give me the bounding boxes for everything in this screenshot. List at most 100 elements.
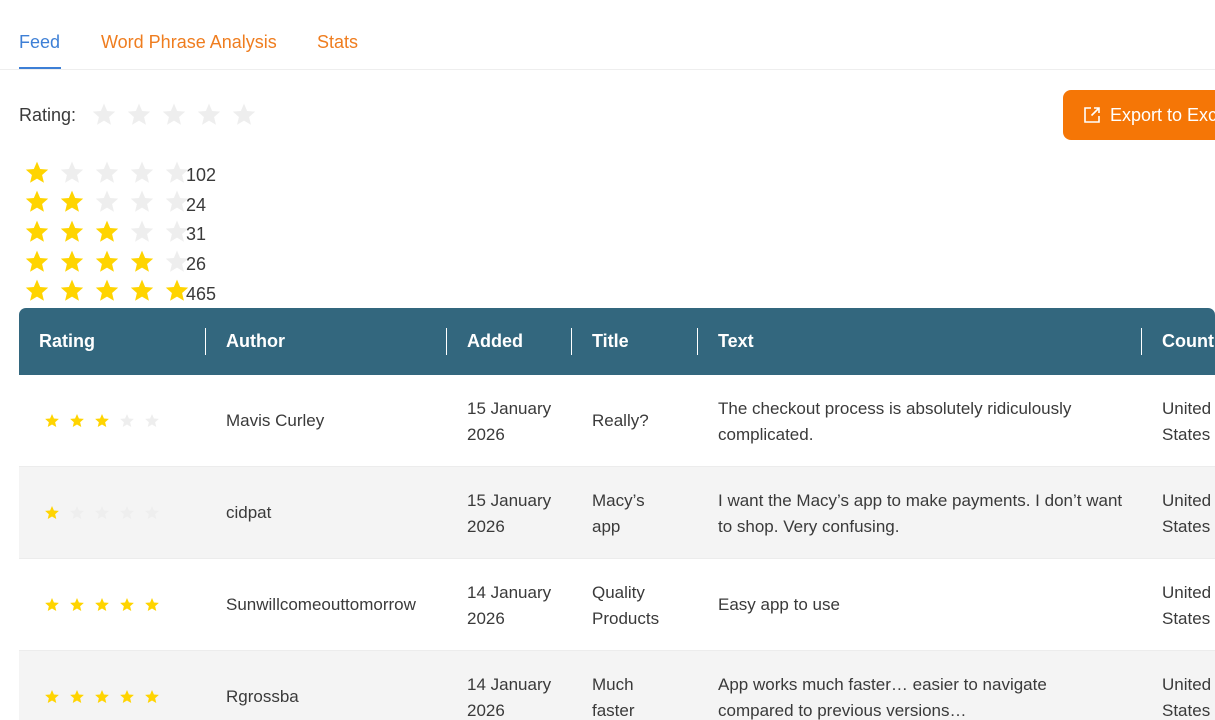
filter-star-icon[interactable] bbox=[156, 101, 191, 129]
column-divider[interactable] bbox=[697, 328, 698, 355]
added-cell: 14 January 2026 bbox=[467, 672, 551, 720]
star-icon bbox=[124, 159, 159, 187]
added-date: 14 January bbox=[467, 675, 552, 694]
star-rating bbox=[39, 689, 164, 705]
country-line: United bbox=[1162, 675, 1212, 694]
star-icon bbox=[89, 218, 124, 246]
review-text-line: The checkout process is absolutely ridic… bbox=[718, 399, 1072, 418]
star-icon bbox=[89, 597, 114, 613]
text-cell: The checkout process is absolutely ridic… bbox=[718, 396, 1071, 448]
title-cell: Quality Products bbox=[592, 580, 659, 632]
star-icon bbox=[39, 689, 64, 705]
distribution-row-4-star[interactable]: 26 bbox=[19, 247, 216, 277]
distribution-row-5-star[interactable]: 465 bbox=[19, 276, 216, 306]
added-date: 15 January bbox=[467, 399, 552, 418]
star-icon bbox=[64, 505, 89, 521]
star-icon bbox=[124, 218, 159, 246]
star-icon bbox=[89, 505, 114, 521]
title-line: Macy’s bbox=[592, 491, 645, 510]
column-divider[interactable] bbox=[571, 328, 572, 355]
star-icon bbox=[54, 248, 89, 276]
table-row[interactable]: Mavis Curley 15 January 2026 Really? The … bbox=[19, 375, 1215, 467]
filter-star-icon[interactable] bbox=[191, 101, 226, 129]
star-icon bbox=[89, 689, 114, 705]
export-to-excel-button[interactable]: Export to Excel bbox=[1063, 90, 1215, 140]
star-icon bbox=[54, 277, 89, 305]
rating-filter-label: Rating: bbox=[19, 104, 77, 125]
rating-cell bbox=[39, 375, 164, 467]
star-icon bbox=[64, 597, 89, 613]
added-cell: 15 January 2026 bbox=[467, 488, 551, 540]
tab-stats[interactable]: Stats bbox=[317, 32, 358, 53]
star-rating bbox=[19, 188, 194, 216]
author-cell: Sunwillcomeouttomorrow bbox=[226, 595, 416, 614]
title-line: Quality bbox=[592, 583, 645, 602]
rating-filter: Rating: bbox=[19, 100, 261, 130]
distribution-row-1-star[interactable]: 102 bbox=[19, 158, 216, 188]
star-icon bbox=[89, 248, 124, 276]
star-icon bbox=[39, 505, 64, 521]
export-label: Export to Excel bbox=[1110, 104, 1215, 125]
title-line: app bbox=[592, 517, 621, 536]
filter-star-icon[interactable] bbox=[121, 101, 156, 129]
filter-star-icon[interactable] bbox=[226, 101, 261, 129]
star-icon bbox=[114, 505, 139, 521]
country-line: States bbox=[1162, 609, 1211, 628]
star-icon bbox=[124, 188, 159, 216]
star-icon bbox=[54, 188, 89, 216]
reviews-table: Rating Author Added Title Text Country M… bbox=[19, 308, 1215, 720]
country-line: United bbox=[1162, 583, 1212, 602]
text-cell: I want the Macy’s app to make payments. … bbox=[718, 488, 1122, 540]
star-icon bbox=[139, 689, 164, 705]
tab-word-phrase-analysis[interactable]: Word Phrase Analysis bbox=[101, 32, 277, 53]
review-text-line: complicated. bbox=[718, 425, 814, 444]
rating-cell bbox=[39, 467, 164, 559]
review-text-line: compared to previous versions… bbox=[718, 701, 967, 720]
added-cell: 15 January 2026 bbox=[467, 396, 551, 448]
column-header-country[interactable]: Country bbox=[1162, 308, 1215, 375]
column-header-rating[interactable]: Rating bbox=[39, 308, 95, 375]
country-cell: United States bbox=[1162, 672, 1211, 720]
column-header-title[interactable]: Title bbox=[592, 308, 629, 375]
column-header-text[interactable]: Text bbox=[718, 308, 754, 375]
column-header-author[interactable]: Author bbox=[226, 308, 285, 375]
distribution-row-3-star[interactable]: 31 bbox=[19, 217, 216, 247]
table-row[interactable]: cidpat 15 January 2026 Macy’s app I want t… bbox=[19, 467, 1215, 559]
rating-cell bbox=[39, 559, 164, 651]
rating-filter-stars bbox=[86, 101, 261, 129]
star-icon bbox=[114, 597, 139, 613]
star-icon bbox=[39, 413, 64, 429]
star-icon bbox=[124, 248, 159, 276]
star-rating bbox=[39, 505, 164, 521]
star-icon bbox=[114, 413, 139, 429]
country-line: States bbox=[1162, 425, 1211, 444]
star-icon bbox=[139, 505, 164, 521]
star-icon bbox=[19, 248, 54, 276]
star-rating bbox=[19, 277, 194, 305]
title-cell: Macy’s app bbox=[592, 488, 645, 540]
title-line: faster bbox=[592, 701, 635, 720]
title-cell: Really? bbox=[592, 411, 649, 430]
country-line: United bbox=[1162, 399, 1212, 418]
star-icon bbox=[19, 188, 54, 216]
author-cell: cidpat bbox=[226, 503, 272, 522]
column-divider[interactable] bbox=[205, 328, 206, 355]
author-cell: Mavis Curley bbox=[226, 411, 325, 430]
table-row[interactable]: Sunwillcomeouttomorrow 14 January 2026 Qu… bbox=[19, 559, 1215, 651]
review-text-line: App works much faster… easier to navigat… bbox=[718, 675, 1047, 694]
column-divider[interactable] bbox=[1141, 328, 1142, 355]
star-icon bbox=[19, 218, 54, 246]
star-icon bbox=[89, 188, 124, 216]
added-year: 2026 bbox=[467, 517, 505, 536]
column-header-added[interactable]: Added bbox=[467, 308, 523, 375]
star-icon bbox=[114, 689, 139, 705]
table-row[interactable]: Rgrossba 14 January 2026 Much faster App w… bbox=[19, 651, 1215, 720]
filter-star-icon[interactable] bbox=[86, 101, 121, 129]
author-cell: Rgrossba bbox=[226, 687, 299, 706]
star-rating bbox=[39, 413, 164, 429]
added-year: 2026 bbox=[467, 609, 505, 628]
star-icon bbox=[64, 413, 89, 429]
column-divider[interactable] bbox=[446, 328, 447, 355]
distribution-row-2-star[interactable]: 24 bbox=[19, 188, 216, 218]
tab-feed[interactable]: Feed bbox=[19, 32, 60, 53]
